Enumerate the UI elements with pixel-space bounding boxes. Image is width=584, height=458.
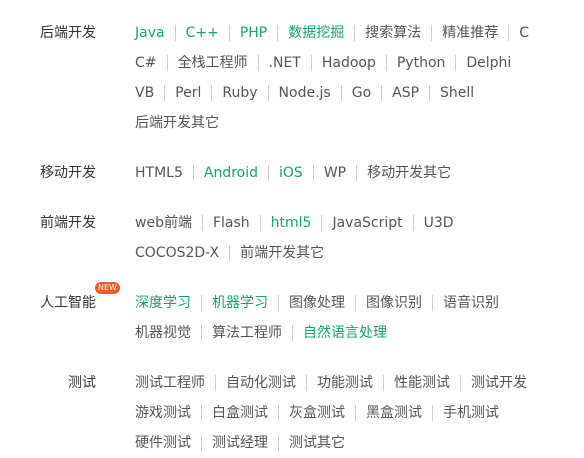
category-link[interactable]: COCOS2D-X (125, 245, 229, 261)
link-row: 机器视觉 算法工程师 自然语言处理 (125, 318, 565, 348)
category-link[interactable]: 图像处理 (278, 295, 355, 311)
category-label: 移动开发 (40, 165, 96, 181)
category-link[interactable]: PHP (228, 25, 277, 41)
category-link[interactable]: WP (312, 165, 356, 181)
category-link[interactable]: 测试开发 (460, 375, 537, 391)
category-link[interactable]: U3D (412, 215, 464, 231)
category-link[interactable]: C (508, 25, 539, 41)
category-link[interactable]: Java (125, 25, 175, 41)
category-link[interactable]: iOS (268, 165, 313, 181)
category-label: 后端开发 (40, 25, 96, 41)
category-links: HTML5 Android iOS WP 移动开发其它 (125, 158, 565, 188)
category-link[interactable]: 图像识别 (355, 295, 432, 311)
job-category-menu: 后端开发 Java C++ PHP 数据挖掘 搜索算法 精准推荐 C C# 全栈工程师 .NET H… (0, 0, 584, 458)
category-link[interactable]: Ruby (211, 85, 267, 101)
link-row: HTML5 Android iOS WP 移动开发其它 (125, 158, 565, 188)
link-row: COCOS2D-X 前端开发其它 (125, 238, 565, 268)
category-link[interactable]: 语音识别 (432, 295, 509, 311)
category-link[interactable]: 手机测试 (432, 405, 509, 421)
category-label: 测试 (68, 375, 96, 391)
category-link[interactable]: 灰盒测试 (278, 405, 355, 421)
category-label: 前端开发 (40, 215, 96, 231)
link-row: 深度学习 机器学习 图像处理 图像识别 语音识别 (125, 288, 565, 318)
link-row: VB Perl Ruby Node.js Go ASP Shell (125, 78, 565, 108)
category-link[interactable]: Go (340, 85, 381, 101)
category-link[interactable]: 自动化测试 (215, 375, 306, 391)
category-link[interactable]: Perl (164, 85, 211, 101)
category-link[interactable]: 深度学习 (125, 295, 201, 311)
category-link[interactable]: HTML5 (125, 165, 193, 181)
category-link[interactable]: Python (385, 55, 456, 71)
category-link[interactable]: VB (125, 85, 164, 101)
link-row: 游戏测试 白盒测试 灰盒测试 黑盒测试 手机测试 (125, 398, 565, 428)
category-link[interactable]: Delphi (455, 55, 521, 71)
category-link[interactable]: 算法工程师 (201, 325, 292, 341)
category-link[interactable]: 前端开发其它 (229, 245, 334, 261)
category-link[interactable]: 机器视觉 (125, 325, 201, 341)
category-link[interactable]: C++ (174, 25, 229, 41)
category-links: web前端 Flash html5 JavaScript U3D COCOS2D-X 前端开… (125, 208, 565, 268)
link-row: 硬件测试 测试经理 测试其它 (125, 428, 565, 458)
category-link[interactable]: Hadoop (310, 55, 386, 71)
category-link[interactable]: Android (192, 165, 268, 181)
category-links: 深度学习 机器学习 图像处理 图像识别 语音识别 机器视觉 算法工程师 自然语言处理 (125, 288, 565, 348)
link-row: 测试工程师 自动化测试 功能测试 性能测试 测试开发 (125, 368, 565, 398)
category-link[interactable]: 自然语言处理 (292, 325, 397, 341)
category-link[interactable]: ASP (381, 85, 429, 101)
category-link[interactable]: 搜索算法 (354, 25, 431, 41)
category-link[interactable]: 白盒测试 (201, 405, 278, 421)
category-link[interactable]: 功能测试 (306, 375, 383, 391)
category-link[interactable]: 游戏测试 (125, 405, 201, 421)
link-row: Java C++ PHP 数据挖掘 搜索算法 精准推荐 C (125, 18, 565, 48)
category-links: Java C++ PHP 数据挖掘 搜索算法 精准推荐 C C# 全栈工程师 .NET Hadoop… (125, 18, 565, 138)
category-link[interactable]: web前端 (125, 215, 202, 231)
category-link[interactable]: Shell (429, 85, 484, 101)
link-row: 后端开发其它 (125, 108, 565, 138)
category-link[interactable]: 移动开发其它 (356, 165, 461, 181)
category-link[interactable]: .NET (257, 55, 311, 71)
category-link[interactable]: 黑盒测试 (355, 405, 432, 421)
category-link[interactable]: 性能测试 (383, 375, 460, 391)
category-link[interactable]: 精准推荐 (431, 25, 508, 41)
category-link[interactable]: JavaScript (321, 215, 412, 231)
category-link[interactable]: 全栈工程师 (166, 55, 258, 71)
category-link[interactable]: Node.js (267, 85, 341, 101)
link-row: C# 全栈工程师 .NET Hadoop Python Delphi (125, 48, 565, 78)
category-link[interactable]: 硬件测试 (125, 435, 201, 451)
category-link[interactable]: 测试经理 (201, 435, 278, 451)
new-badge: NEW (95, 282, 120, 294)
category-link[interactable]: html5 (259, 215, 322, 231)
category-link[interactable]: C# (125, 55, 167, 71)
category-label: 人工智能 (40, 295, 96, 311)
category-link[interactable]: Flash (201, 215, 260, 231)
category-link[interactable]: 后端开发其它 (125, 115, 229, 131)
category-link[interactable]: 测试其它 (278, 435, 355, 451)
category-link[interactable]: 机器学习 (201, 295, 278, 311)
link-row: web前端 Flash html5 JavaScript U3D (125, 208, 565, 238)
category-links: 测试工程师 自动化测试 功能测试 性能测试 测试开发 游戏测试 白盒测试 灰盒测试 黑盒测试 手机… (125, 368, 565, 458)
category-link[interactable]: 数据挖掘 (277, 25, 354, 41)
category-link[interactable]: 测试工程师 (125, 375, 215, 391)
